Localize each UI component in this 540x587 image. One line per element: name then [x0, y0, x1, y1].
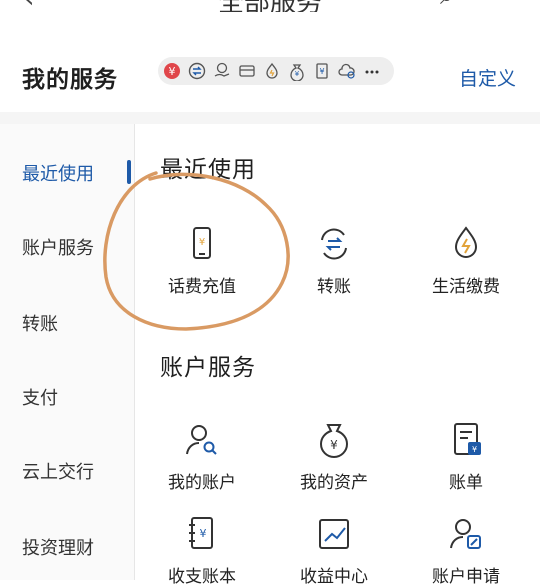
bill-yen-icon: ¥ — [316, 63, 328, 79]
sidebar-item-investment[interactable]: 投资理财 — [22, 534, 94, 560]
my-account-icon — [186, 425, 217, 455]
utility-payment-icon — [454, 226, 478, 258]
svg-text:¥: ¥ — [169, 65, 176, 78]
customize-link[interactable]: 自定义 — [459, 64, 516, 91]
bill-icon: ¥ — [454, 423, 481, 455]
transfer-icon — [321, 228, 347, 260]
service-label: 账户申请 — [432, 567, 500, 587]
search-icon[interactable]: ⌕ — [440, 0, 453, 10]
sidebar-item-transfer[interactable]: 转账 — [22, 310, 58, 336]
my-services-icon-strip[interactable]: ¥ ¥ ¥ — [158, 57, 394, 85]
hand-money-icon — [214, 62, 230, 77]
transfer-circle-icon — [188, 62, 206, 80]
ledger-icon: ¥ — [189, 517, 213, 549]
service-label: 生活缴费 — [432, 277, 500, 297]
svg-text:¥: ¥ — [330, 438, 338, 452]
more-icon[interactable]: ⋯ — [496, 0, 520, 10]
card-icon — [239, 65, 255, 77]
service-my-account[interactable]: 我的账户 — [142, 420, 262, 493]
sidebar-item-recent[interactable]: 最近使用 — [22, 160, 94, 186]
sidebar-item-cloud-bank[interactable]: 云上交行 — [22, 458, 94, 484]
service-label: 转账 — [317, 277, 351, 297]
service-bill[interactable]: ¥ 账单 — [406, 420, 526, 493]
service-label: 收支账本 — [168, 567, 236, 587]
category-sidebar: 最近使用 账户服务 转账 支付 云上交行 投资理财 — [0, 124, 135, 580]
service-earnings-center[interactable]: 收益中心 — [274, 514, 394, 587]
my-services-header: 我的服务 ¥ ¥ ¥ 自定义 — [0, 44, 540, 106]
service-utility-payment[interactable]: 生活缴费 — [406, 224, 526, 297]
service-my-assets[interactable]: ¥ 我的资产 — [274, 420, 394, 493]
more-dots-icon — [365, 70, 379, 74]
drop-icon — [266, 62, 278, 79]
sidebar-item-account-services[interactable]: 账户服务 — [22, 234, 94, 260]
active-indicator — [127, 160, 131, 184]
service-ledger[interactable]: ¥ 收支账本 — [142, 514, 262, 587]
svg-text:¥: ¥ — [199, 237, 205, 248]
svg-text:¥: ¥ — [472, 445, 477, 454]
page-title: 全部服务 — [0, 0, 540, 12]
service-transfer[interactable]: 转账 — [274, 224, 394, 297]
account-apply-icon — [450, 519, 481, 549]
svg-text:¥: ¥ — [295, 70, 300, 78]
money-bag-icon: ¥ — [290, 64, 304, 81]
earnings-chart-icon — [319, 519, 349, 549]
top-bar: ‹ 全部服务 ⌕ ⋯ — [0, 0, 540, 12]
service-phone-topup[interactable]: ¥ 话费充值 — [142, 224, 262, 297]
service-label: 我的资产 — [300, 473, 368, 493]
rmb-coin-icon: ¥ — [164, 63, 180, 79]
my-assets-icon: ¥ — [319, 424, 349, 458]
service-label: 账单 — [449, 473, 483, 493]
section-title-account-services: 账户服务 — [160, 355, 256, 381]
my-services-title: 我的服务 — [22, 67, 118, 93]
section-divider — [0, 112, 540, 124]
sidebar-item-payment[interactable]: 支付 — [22, 384, 58, 410]
section-title-recent: 最近使用 — [160, 157, 256, 183]
svg-text:¥: ¥ — [200, 527, 207, 540]
svg-text:¥: ¥ — [319, 67, 324, 76]
cloud-yen-icon — [338, 63, 355, 79]
service-label: 话费充值 — [168, 277, 236, 297]
service-label: 我的账户 — [168, 473, 236, 493]
phone-topup-icon: ¥ — [193, 227, 211, 259]
service-label: 收益中心 — [300, 567, 368, 587]
service-account-apply[interactable]: 账户申请 — [406, 514, 526, 587]
